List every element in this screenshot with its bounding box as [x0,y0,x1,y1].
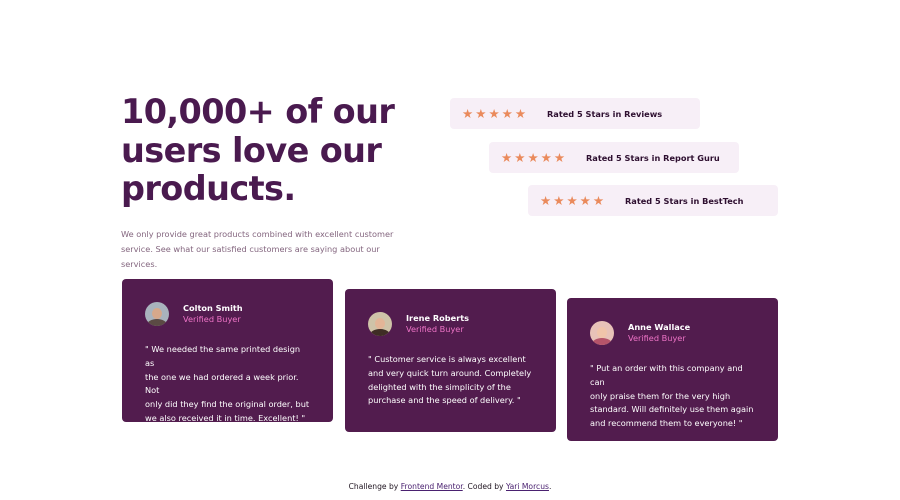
attribution-middle: . Coded by [462,482,504,491]
quote-line: " Customer service is always excellent [368,354,526,364]
reviewer-info: Colton Smith Verified Buyer [183,303,243,325]
quote-line: and very quick turn around. Completely [368,367,532,378]
page: 10,000+ of our users love our products. We… [0,0,900,500]
intro-line: service. See what our satisfied customer… [121,244,380,269]
reviewer-info: Anne Wallace Verified Buyer [628,322,690,344]
frontend-mentor-link[interactable]: Frontend Mentor [401,482,463,491]
quote-line: the one we had ordered a week prior. Not [145,371,299,396]
testimonial-quote: " Put an order with this company and can… [590,362,755,431]
star-icon: ★ [566,192,578,208]
quote-line: " Put an order with this company and can [590,363,743,387]
intro-text: We only provide great products combined … [121,227,406,272]
reviewer-name: Irene Roberts [406,313,470,323]
rating-label: Rated 5 Stars in Reviews [547,108,663,119]
star-icon: ★ [540,192,552,208]
verified-buyer-badge: Verified Buyer [628,333,686,343]
rating-report-guru: ★ ★ ★ ★ ★ Rated 5 Stars in Report Guru [489,142,739,173]
rating-label: Rated 5 Stars in Report Guru [586,152,720,163]
testimonial-card: Anne Wallace Verified Buyer " Put an ord… [567,298,778,441]
star-icon: ★ [527,149,539,165]
quote-line: only praise them for the very high [590,390,731,401]
headline-line: products. [121,169,296,208]
star-rating: ★ ★ ★ ★ ★ [501,149,586,165]
star-icon: ★ [488,105,500,121]
reviewer-info: Irene Roberts Verified Buyer [406,313,469,335]
avatar-face [152,308,162,319]
verified-buyer-badge: Verified Buyer [406,324,464,334]
star-icon: ★ [579,192,591,208]
testimonial-header: Irene Roberts Verified Buyer [368,312,533,336]
page-title: 10,000+ of our users love our products. [121,92,421,209]
author-link[interactable]: Yari Morcus [506,482,549,491]
avatar-anne-wallace [590,321,614,345]
star-icon: ★ [462,105,474,121]
avatar-colton-smith [145,302,169,326]
attribution-prefix: Challenge by [348,482,399,491]
avatar-body [370,329,390,336]
star-icon: ★ [592,192,605,208]
star-icon: ★ [501,149,513,165]
avatar-face [597,327,607,338]
star-icon: ★ [514,149,526,165]
rating-reviews: ★ ★ ★ ★ ★ Rated 5 Stars in Reviews [450,98,700,129]
star-icon: ★ [540,149,552,165]
testimonial-quote: " Customer service is always excellent an… [368,353,533,408]
headline-line: users love our [121,130,382,170]
star-rating: ★ ★ ★ ★ ★ [462,105,547,121]
attribution-footer: Challenge by Frontend Mentor. Coded by Y… [0,482,900,491]
avatar-body [592,338,612,345]
reviewer-name: Anne Wallace [628,322,691,332]
star-icon: ★ [553,192,565,208]
rating-besttech: ★ ★ ★ ★ ★ Rated 5 Stars in BestTech [528,185,778,216]
quote-line: delighted with the simplicity of the [368,381,511,392]
testimonial-header: Anne Wallace Verified Buyer [590,321,755,345]
attribution-suffix: . [548,482,552,491]
avatar-face [375,318,385,329]
intro-line: We only provide great products combined … [121,229,394,239]
star-icon: ★ [475,105,487,121]
star-icon: ★ [553,149,566,165]
testimonial-card: Irene Roberts Verified Buyer " Customer … [345,289,556,432]
star-rating: ★ ★ ★ ★ ★ [540,192,625,208]
rating-label: Rated 5 Stars in BestTech [625,195,744,206]
quote-line: " We needed the same printed design as [145,344,301,368]
quote-line: standard. Will definitely use them again [590,404,754,415]
avatar-irene-roberts [368,312,392,336]
quote-line: we also received it in time. Excellent! … [145,412,306,423]
star-icon: ★ [501,105,513,121]
quote-line: only did they find the original order, b… [145,399,310,410]
testimonial-header: Colton Smith Verified Buyer [145,302,310,326]
verified-buyer-badge: Verified Buyer [183,314,241,324]
testimonial-card: Colton Smith Verified Buyer " We needed … [122,279,333,423]
reviewer-name: Colton Smith [183,303,243,313]
quote-line: and recommend them to everyone! " [590,418,743,429]
star-icon: ★ [514,105,527,121]
quote-line: purchase and the speed of delivery. " [368,395,521,406]
avatar-body [147,319,167,326]
headline-line: 10,000+ of our [121,92,395,131]
testimonial-quote: " We needed the same printed design as th… [145,343,310,426]
